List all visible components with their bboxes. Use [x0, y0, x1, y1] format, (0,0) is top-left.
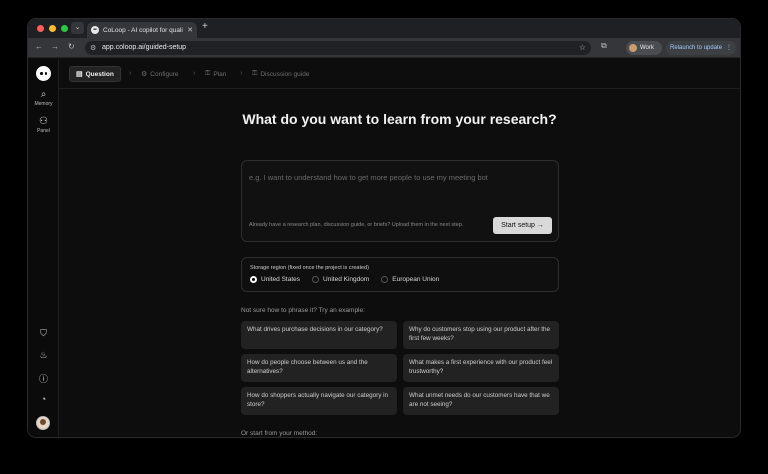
chevron-right-icon: ›	[193, 70, 196, 77]
browser-tab[interactable]: •• CoLoop - AI copilot for qualitative r…	[87, 22, 197, 38]
close-window-button[interactable]	[37, 25, 44, 32]
method-label: Or start from your method:	[241, 430, 318, 437]
page-title: What do you want to learn from your rese…	[59, 110, 740, 128]
tab-favicon-icon: ••	[91, 26, 99, 34]
tab-title: CoLoop - AI copilot for qualitative rese…	[103, 26, 183, 34]
step-question[interactable]: ▤ Question	[69, 66, 121, 82]
browser-toolbar: ← → ↻ ⚙ app.coloop.ai/guided-setup ☆ ⧉ W…	[28, 38, 740, 58]
radio-united-kingdom[interactable]: United Kingdom	[312, 276, 369, 283]
document-icon: ▤	[76, 71, 83, 78]
research-question-input[interactable]	[249, 170, 549, 184]
radio-european-union[interactable]: European Union	[381, 276, 439, 283]
step-plan[interactable]: ⚿ Plan	[205, 66, 226, 82]
research-question-box: Already have a research plan, discussion…	[241, 160, 559, 242]
back-arrow-icon[interactable]: ←	[35, 42, 43, 51]
clock-icon[interactable]: ◔	[28, 394, 59, 404]
examples-label: Not sure how to phrase it? Try an exampl…	[241, 307, 365, 314]
radio-label: European Union	[392, 276, 440, 283]
setup-steps-bar: ▤ Question › ⚙ Configure › ⚿ Plan › ⚿ Di…	[59, 59, 740, 89]
storage-region-label: Storage region (fixed once the project i…	[250, 265, 369, 271]
tab-close-icon[interactable]: ✕	[187, 26, 193, 34]
avatar[interactable]	[36, 416, 50, 430]
profile-label: Work	[640, 45, 654, 51]
radio-label: United Kingdom	[323, 276, 370, 283]
browser-menu-icon[interactable]: ⋮	[726, 41, 732, 55]
maximize-window-button[interactable]	[61, 25, 68, 32]
minimize-window-button[interactable]	[49, 25, 56, 32]
radio-united-states[interactable]: United States	[250, 276, 300, 283]
radio-label: United States	[261, 276, 301, 283]
step-label: Configure	[150, 70, 179, 78]
lock-icon: ⚿	[205, 70, 211, 77]
site-settings-icon[interactable]: ⚙	[90, 44, 96, 52]
sidebar: ⌕ Memory ⚇ Panel ⛉ ♨ ⓘ ◔	[28, 59, 59, 437]
sidebar-item-label: Memory	[34, 101, 53, 107]
example-question-chip[interactable]: What unmet needs do our customers have t…	[403, 387, 559, 415]
relaunch-to-update-button[interactable]: Relaunch to update ⋮	[666, 41, 736, 55]
main-content: What do you want to learn from your rese…	[59, 90, 740, 437]
step-configure[interactable]: ⚙ Configure	[141, 66, 178, 82]
step-label: Discussion guide	[260, 70, 310, 78]
help-icon[interactable]: ⓘ	[28, 372, 59, 385]
search-icon: ⌕	[40, 89, 47, 100]
users-icon: ⚇	[39, 116, 48, 127]
storage-region-radio-group: United States United Kingdom European Un…	[250, 276, 439, 283]
app-root: ⌕ Memory ⚇ Panel ⛉ ♨ ⓘ ◔ ▤ Question › ⚙ …	[28, 59, 740, 437]
page-title-text: What do you want to learn from your rese…	[242, 111, 557, 127]
lock-icon: ⚿	[252, 70, 258, 77]
radio-selected-icon[interactable]	[250, 276, 257, 283]
shield-icon[interactable]: ⛉	[28, 328, 59, 339]
storage-region-panel: Storage region (fixed once the project i…	[241, 257, 559, 292]
radio-unselected-icon[interactable]	[312, 276, 320, 283]
new-tab-plus-icon[interactable]: +	[202, 21, 208, 32]
profile-chip[interactable]: Work	[626, 41, 662, 55]
start-setup-button[interactable]: Start setup →	[493, 217, 552, 234]
coloop-logo[interactable]	[36, 66, 51, 81]
settings-icon: ⚙	[141, 71, 148, 78]
example-question-chip[interactable]: What makes a first experience with our p…	[403, 354, 559, 382]
tab-bar: ⌄ •• CoLoop - AI copilot for qualitative…	[28, 19, 740, 38]
profile-avatar	[629, 44, 637, 52]
flame-icon[interactable]: ♨	[28, 350, 59, 361]
sidebar-item-memory[interactable]: ⌕ Memory	[28, 89, 59, 107]
bookmark-star-icon[interactable]: ☆	[579, 43, 586, 52]
step-label: Plan	[213, 70, 227, 78]
reload-icon[interactable]: ↻	[68, 42, 75, 51]
extensions-puzzle-icon[interactable]: ⧉	[601, 41, 607, 51]
url-text: app.coloop.ai/guided-setup	[102, 44, 187, 51]
browser-window: ⌄ •• CoLoop - AI copilot for qualitative…	[27, 18, 741, 438]
example-questions-grid: What drives purchase decisions in our ca…	[241, 321, 559, 415]
step-label: Question	[85, 70, 114, 78]
example-question-chip[interactable]: Why do customers stop using our product …	[403, 321, 559, 349]
upload-hint: Already have a research plan, discussion…	[249, 222, 464, 228]
chevron-right-icon: ›	[240, 70, 243, 77]
chevron-right-icon: ›	[129, 70, 132, 77]
radio-unselected-icon[interactable]	[381, 276, 389, 283]
tab-search-chevron-down-icon[interactable]: ⌄	[71, 22, 84, 34]
window-controls	[37, 25, 68, 32]
forward-arrow-icon[interactable]: →	[51, 42, 59, 51]
sidebar-item-label: Panel	[37, 128, 50, 134]
address-bar[interactable]: ⚙ app.coloop.ai/guided-setup ☆	[85, 41, 591, 55]
relaunch-label: Relaunch to update	[670, 45, 723, 51]
example-question-chip[interactable]: How do shoppers actually navigate our ca…	[241, 387, 397, 415]
example-question-chip[interactable]: How do people choose between us and the …	[241, 354, 397, 382]
sidebar-item-panel[interactable]: ⚇ Panel	[28, 116, 59, 134]
step-discussion-guide[interactable]: ⚿ Discussion guide	[252, 66, 309, 82]
example-question-chip[interactable]: What drives purchase decisions in our ca…	[241, 321, 397, 349]
